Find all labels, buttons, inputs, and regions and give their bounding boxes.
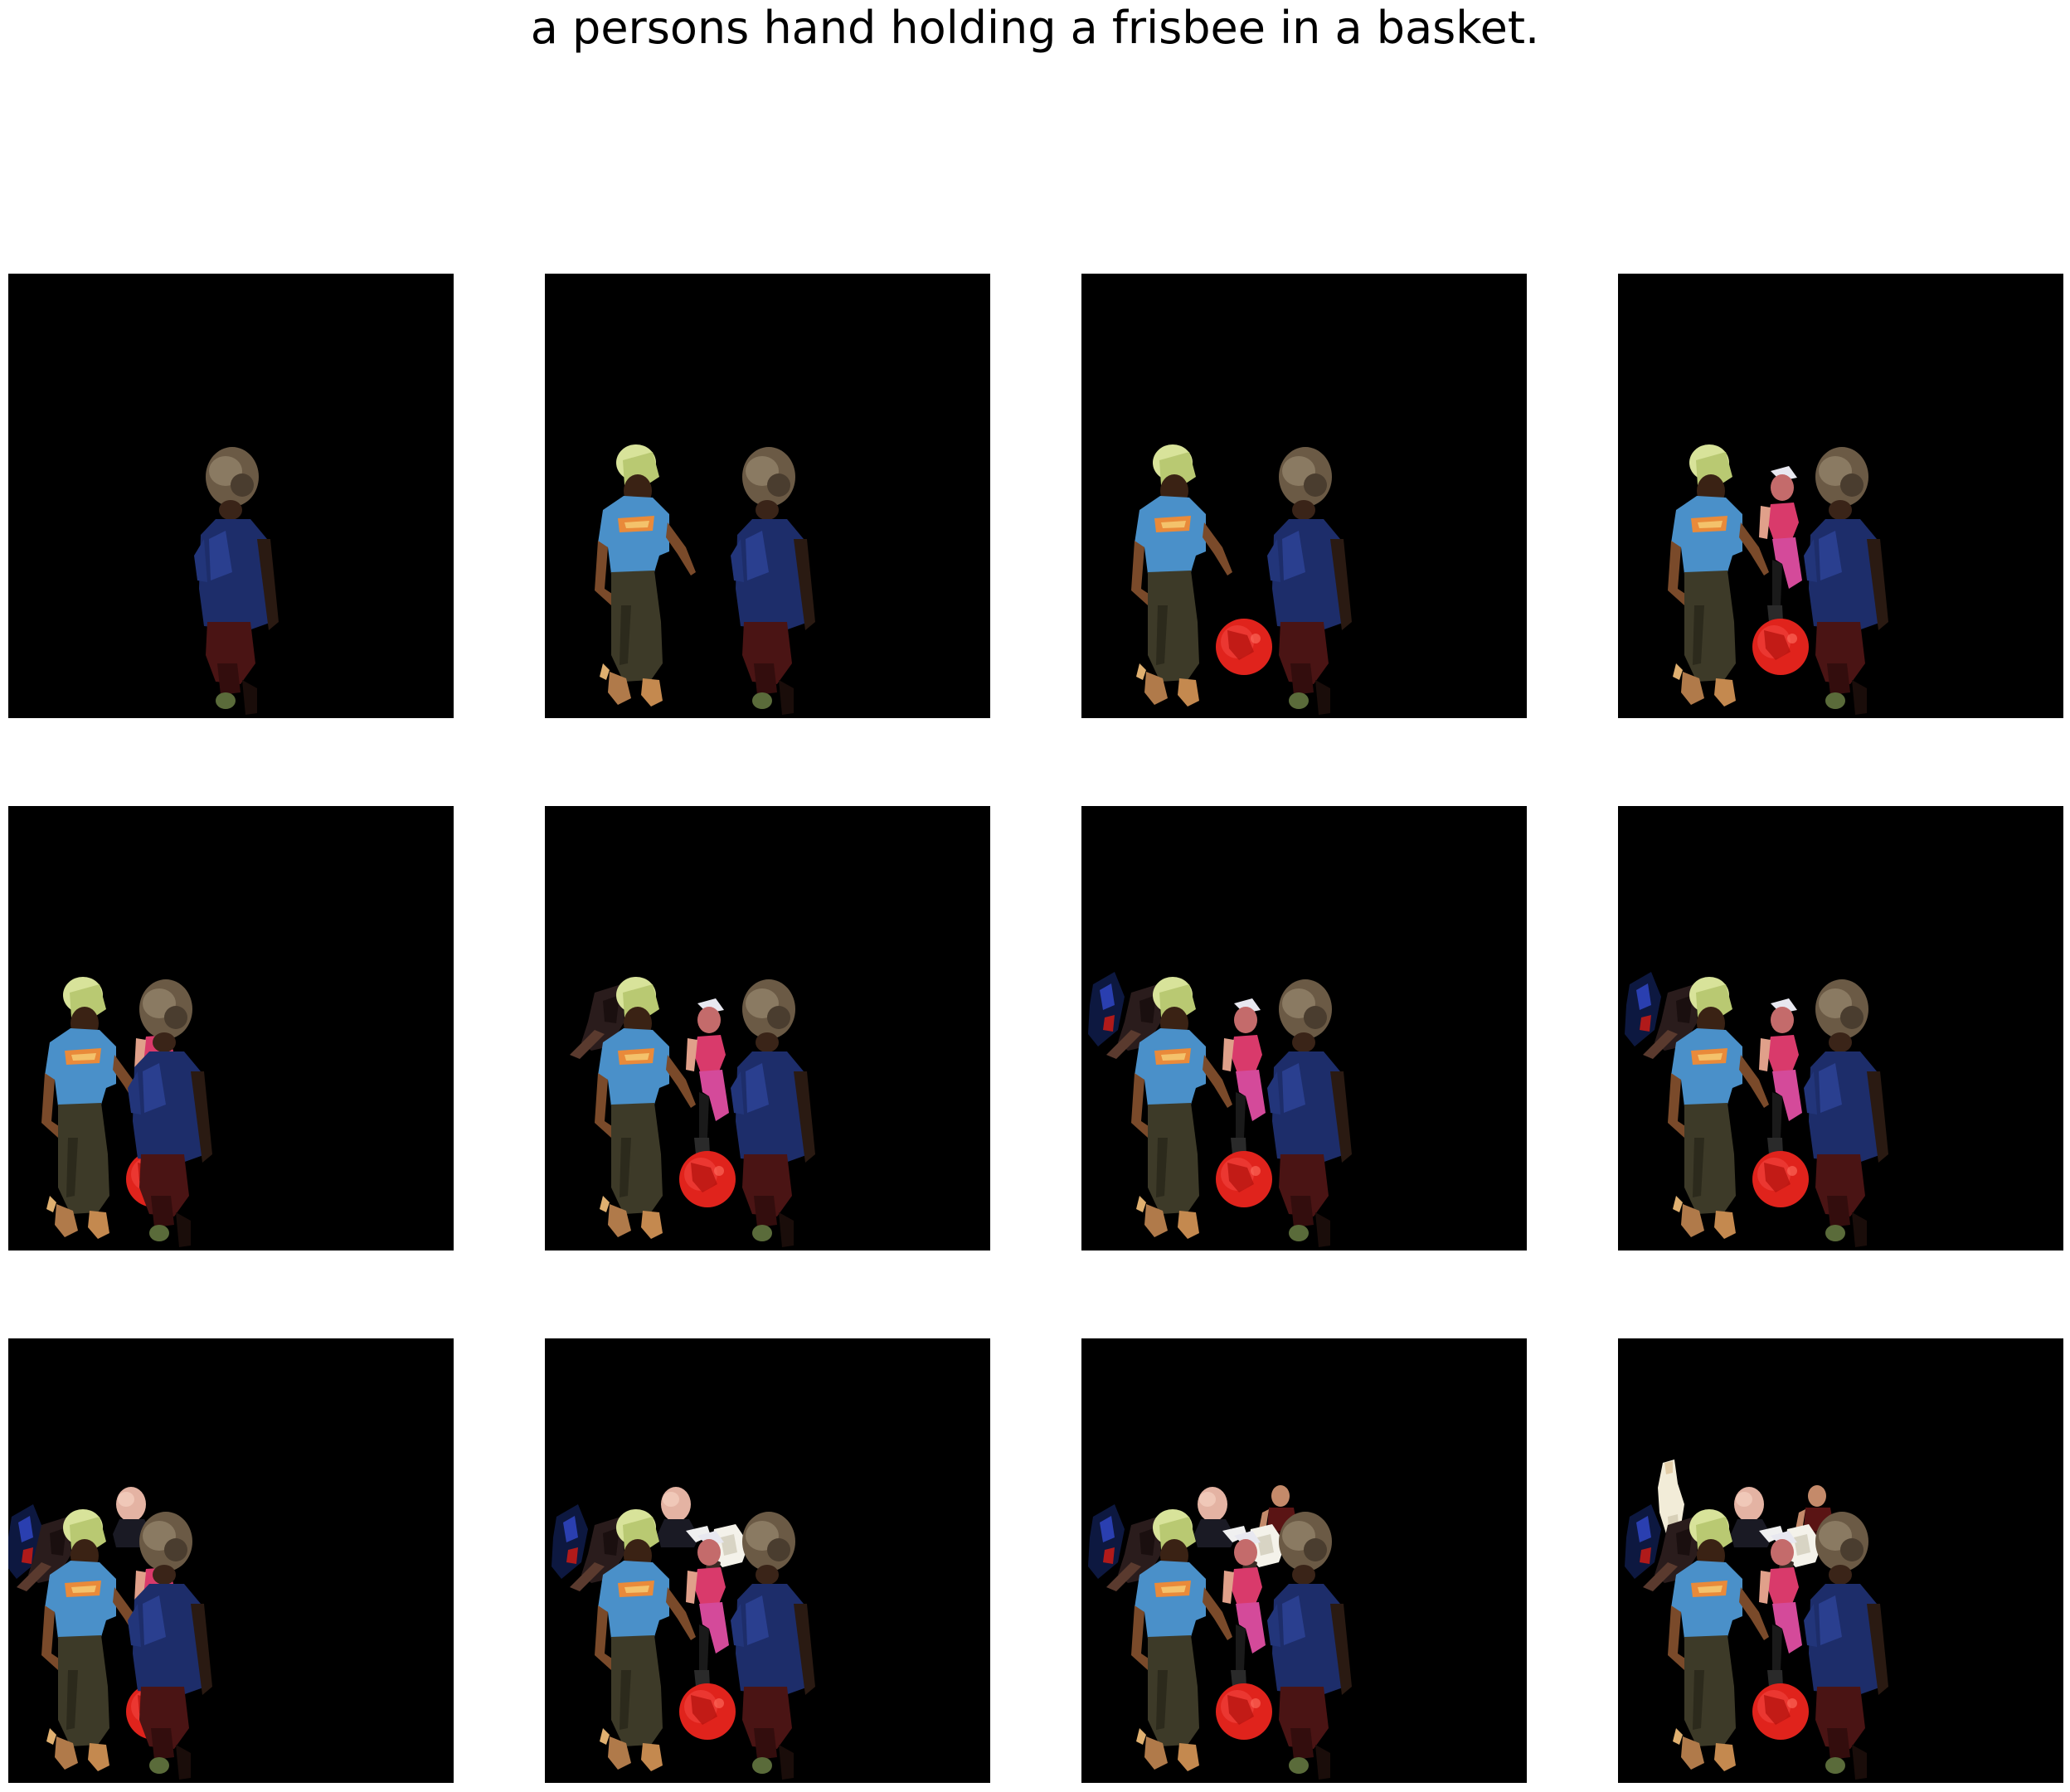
- scene-panel-5: [8, 806, 454, 1251]
- scene-panel-3: [1081, 274, 1527, 718]
- scene-panel-7: [1081, 806, 1527, 1251]
- blue-figure-cutout: [1625, 972, 1661, 1047]
- figure-caption: a persons hand holding a frisbee in a ba…: [530, 2, 1540, 54]
- ball-cutout: [1752, 619, 1809, 675]
- boy-cutout: [731, 447, 815, 715]
- boy-cutout: [128, 979, 212, 1247]
- ball-cutout: [1752, 1151, 1809, 1207]
- scene-panel-4: [1618, 274, 2063, 718]
- panel-image: [1088, 1485, 1352, 1780]
- panel-image: [1131, 444, 1352, 715]
- boy-cutout: [194, 447, 279, 715]
- woman-cutout: [595, 444, 696, 707]
- scene-panel-10: [545, 1338, 990, 1783]
- blue-figure-cutout: [1625, 1504, 1661, 1579]
- boy-cutout: [1267, 979, 1352, 1247]
- blue-figure-cutout: [1088, 1504, 1125, 1579]
- panel-image: [41, 977, 212, 1247]
- scene-panel-1: [8, 274, 454, 718]
- ball-cutout: [1752, 1683, 1809, 1740]
- woman-cutout: [1668, 444, 1769, 707]
- panel-image: [1625, 972, 1888, 1247]
- scene-panel-2: [545, 274, 990, 718]
- boy-cutout: [731, 979, 815, 1247]
- panel-image: [552, 1487, 815, 1780]
- panel-image: [1088, 972, 1352, 1247]
- ball-cutout: [1216, 619, 1272, 675]
- ball-cutout: [679, 1151, 736, 1207]
- panel-image: [570, 977, 815, 1247]
- ball-cutout: [1216, 1683, 1272, 1740]
- ball-cutout: [679, 1683, 736, 1740]
- woman-cutout: [41, 977, 143, 1239]
- ball-cutout: [1216, 1151, 1272, 1207]
- panel-image: [1625, 1459, 1888, 1780]
- boy-cutout: [128, 1512, 212, 1780]
- scene-panel-8: [1618, 806, 2063, 1251]
- boy-cutout: [1804, 447, 1888, 715]
- panel-image: [194, 447, 279, 715]
- scene-panel-6: [545, 806, 990, 1251]
- blue-figure-cutout: [1088, 972, 1125, 1047]
- boy-cutout: [1267, 447, 1352, 715]
- panel-image: [595, 444, 815, 715]
- boy-cutout: [1804, 979, 1888, 1247]
- panel-image: [1668, 444, 1888, 715]
- woman-cutout: [1131, 444, 1232, 707]
- panel-image: [8, 1487, 212, 1780]
- scene-panel-9: [8, 1338, 454, 1783]
- blue-figure-cutout: [552, 1504, 588, 1579]
- scene-panel-12: [1618, 1338, 2063, 1783]
- scene-panel-11: [1081, 1338, 1527, 1783]
